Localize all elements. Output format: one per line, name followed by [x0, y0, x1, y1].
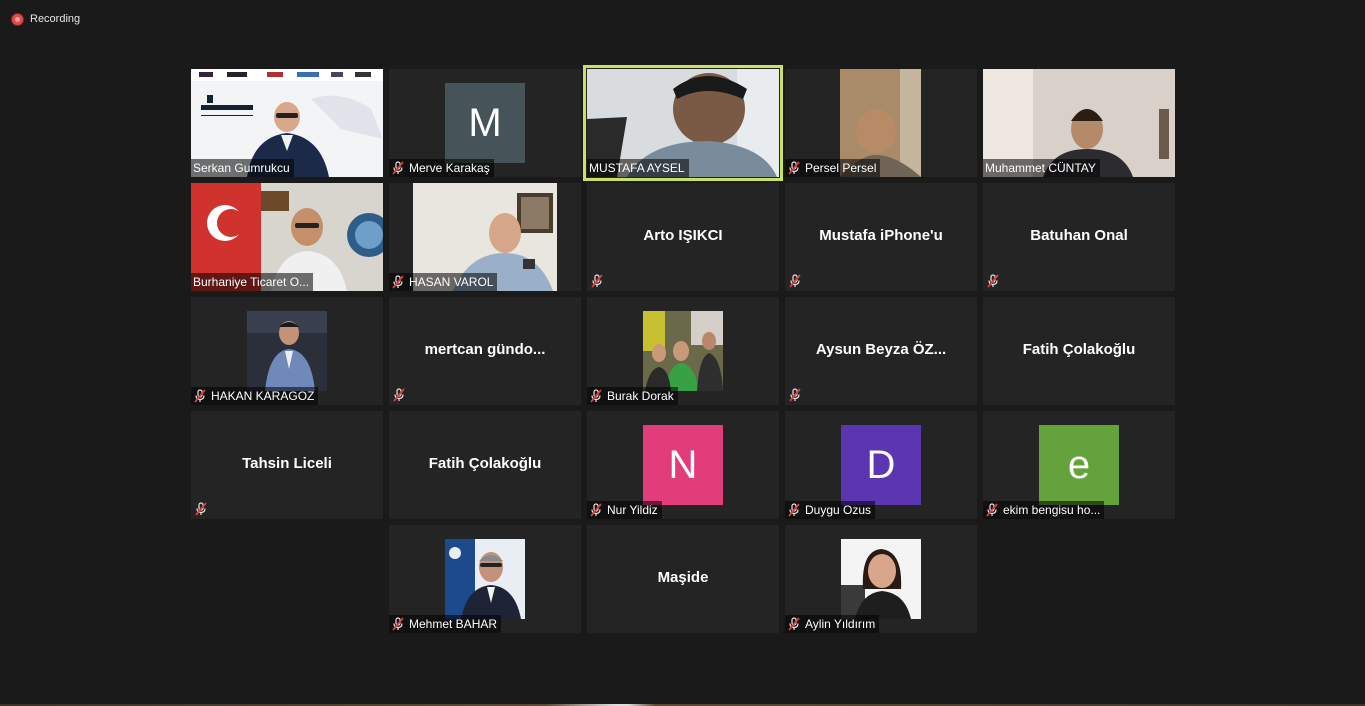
- participant-tile-aylin[interactable]: Aylin Yıldırım: [785, 525, 977, 633]
- participant-tile-mustafa-aysel[interactable]: MUSTAFA AYSEL: [583, 65, 783, 181]
- participant-photo: [247, 311, 327, 391]
- participant-tile-mertcan[interactable]: mertcan gündo...: [389, 297, 581, 405]
- avatar: M: [445, 83, 525, 163]
- participant-display-name: Fatih Çolakoğlu: [428, 455, 542, 472]
- participant-name-tag: Aylin Yıldırım: [785, 615, 880, 633]
- participant-name-tag: ekim bengisu ho...: [983, 501, 1105, 519]
- participant-display-name: Arto IŞIKCI: [643, 227, 723, 244]
- participant-display-name: Fatih Çolakoğlu: [1022, 341, 1136, 358]
- mic-muted-icon: [589, 503, 603, 517]
- participant-name-tag: HAKAN KARAGOZ: [191, 387, 319, 405]
- participant-tile-serkan[interactable]: Serkan Gumrukcu: [191, 69, 383, 177]
- participant-tile-muhammet[interactable]: Muhammet CÜNTAY: [983, 69, 1175, 177]
- participant-tile-arto[interactable]: Arto IŞIKCI: [587, 183, 779, 291]
- participant-photo: [445, 539, 525, 619]
- avatar: e: [1039, 425, 1119, 505]
- avatar: D: [841, 425, 921, 505]
- participant-name-tag: HASAN VAROL: [389, 273, 498, 291]
- avatar-initial: M: [468, 100, 502, 145]
- mic-muted-icon: [194, 502, 208, 516]
- participant-tile-nur[interactable]: N Nur Yildiz: [587, 411, 779, 519]
- participant-tile-tahsin[interactable]: Tahsin Liceli: [191, 411, 383, 519]
- mic-muted-icon: [788, 274, 802, 288]
- participant-name: MUSTAFA AYSEL: [589, 161, 685, 175]
- participant-tile-hasan[interactable]: HASAN VAROL: [389, 183, 581, 291]
- participant-name: Nur Yildiz: [607, 503, 658, 517]
- participant-tile-fatih-1[interactable]: Fatih Çolakoğlu: [983, 297, 1175, 405]
- participant-display-name: Maşide: [657, 569, 709, 586]
- participant-name: Persel Persel: [805, 161, 877, 175]
- participant-tile-hakan[interactable]: HAKAN KARAGOZ: [191, 297, 383, 405]
- mic-muted-icon: [392, 388, 406, 402]
- participant-tile-ekim[interactable]: e ekim bengisu ho...: [983, 411, 1175, 519]
- mic-muted-icon: [391, 617, 405, 631]
- avatar-initial: N: [668, 442, 698, 487]
- participant-tile-batuhan[interactable]: Batuhan Onal: [983, 183, 1175, 291]
- participant-tile-mehmet[interactable]: Mehmet BAHAR: [389, 525, 581, 633]
- participant-name: Serkan Gumrukcu: [193, 161, 290, 175]
- gallery-grid: Serkan Gumrukcu M Merve Karakaş MUSTAFA …: [0, 0, 1365, 706]
- participant-tile-aysun[interactable]: Aysun Beyza ÖZ...: [785, 297, 977, 405]
- avatar: N: [643, 425, 723, 505]
- mic-muted-icon: [788, 388, 802, 402]
- participant-tile-burhaniye[interactable]: Burhaniye Ticaret O...: [191, 183, 383, 291]
- participant-tile-mustafa-iphone[interactable]: Mustafa iPhone'u: [785, 183, 977, 291]
- participant-tile-persel[interactable]: Persel Persel: [785, 69, 977, 177]
- mic-muted-icon: [787, 161, 801, 175]
- participant-name-tag: Burak Dorak: [587, 387, 678, 405]
- participant-photo: [643, 311, 723, 391]
- participant-tile-duygu[interactable]: D Duygu Ozus: [785, 411, 977, 519]
- participant-tile-merve[interactable]: M Merve Karakaş: [389, 69, 581, 177]
- participant-name-tag: Muhammet CÜNTAY: [983, 159, 1100, 177]
- avatar-initial: e: [1067, 442, 1091, 487]
- participant-name: Mehmet BAHAR: [409, 617, 498, 631]
- participant-name: Aylin Yıldırım: [805, 617, 876, 631]
- participant-name-tag: Persel Persel: [785, 159, 881, 177]
- participant-display-name: mertcan gündo...: [424, 341, 546, 358]
- avatar-initial: D: [866, 442, 896, 487]
- participant-tile-burak[interactable]: Burak Dorak: [587, 297, 779, 405]
- participant-name: Duygu Ozus: [805, 503, 872, 517]
- participant-display-name: Aysun Beyza ÖZ...: [815, 341, 947, 358]
- mic-muted-icon: [590, 274, 604, 288]
- participant-tile-maside[interactable]: Maşide: [587, 525, 779, 633]
- mic-muted-icon: [986, 274, 1000, 288]
- participant-name-tag: Serkan Gumrukcu: [191, 159, 294, 177]
- participant-name: ekim bengisu ho...: [1003, 503, 1101, 517]
- mic-muted-icon: [787, 503, 801, 517]
- participant-name-tag: MUSTAFA AYSEL: [587, 159, 689, 177]
- participant-tile-fatih-2[interactable]: Fatih Çolakoğlu: [389, 411, 581, 519]
- participant-display-name: Tahsin Liceli: [242, 455, 332, 472]
- participant-name: HASAN VAROL: [409, 275, 494, 289]
- participant-name-tag: Mehmet BAHAR: [389, 615, 502, 633]
- participant-name: Muhammet CÜNTAY: [985, 161, 1096, 175]
- mic-muted-icon: [787, 617, 801, 631]
- participant-name-tag: Nur Yildiz: [587, 501, 662, 519]
- mic-muted-icon: [391, 275, 405, 289]
- participant-display-name: Batuhan Onal: [1030, 227, 1128, 244]
- participant-display-name: Mustafa iPhone'u: [819, 227, 943, 244]
- mic-muted-icon: [985, 503, 999, 517]
- participant-name: Burak Dorak: [607, 389, 674, 403]
- mic-muted-icon: [193, 389, 207, 403]
- participant-name: Merve Karakaş: [409, 161, 490, 175]
- mic-muted-icon: [589, 389, 603, 403]
- participant-name-tag: Merve Karakaş: [389, 159, 494, 177]
- participant-name-tag: Burhaniye Ticaret O...: [191, 273, 314, 291]
- mic-muted-icon: [391, 161, 405, 175]
- participant-name-tag: Duygu Ozus: [785, 501, 876, 519]
- participant-name: Burhaniye Ticaret O...: [193, 275, 310, 289]
- participant-photo: [841, 539, 921, 619]
- participant-name: HAKAN KARAGOZ: [211, 389, 315, 403]
